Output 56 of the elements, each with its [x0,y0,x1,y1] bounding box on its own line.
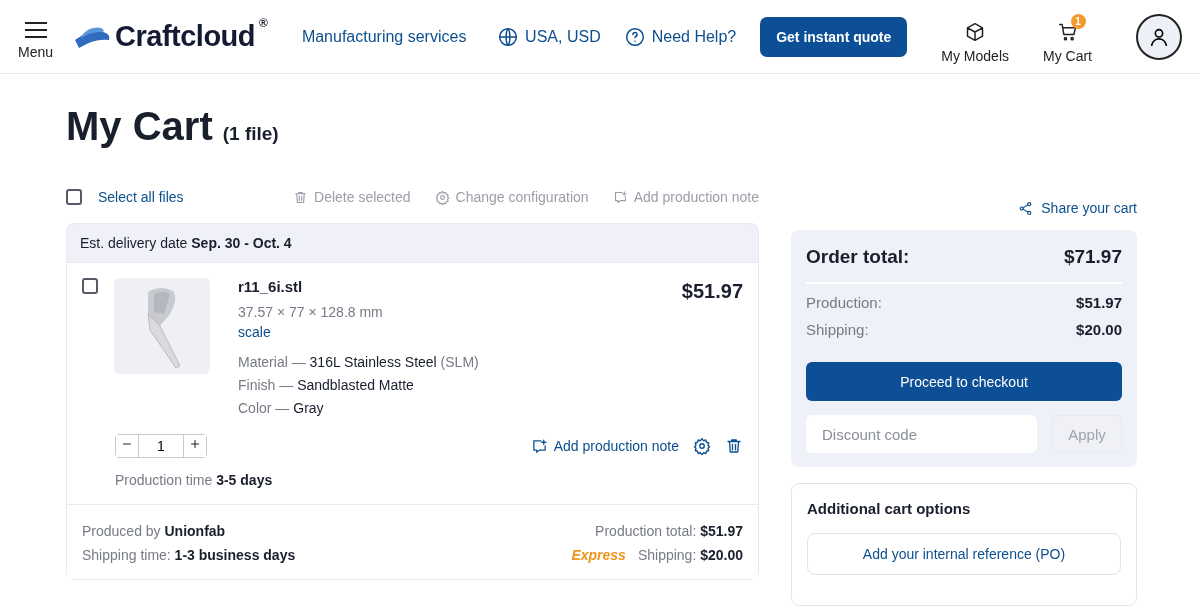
checkout-button[interactable]: Proceed to checkout [806,362,1122,401]
scale-link[interactable]: scale [238,324,271,340]
spec-line: Finish — Sandblasted Matte [238,377,415,393]
add-note-link[interactable]: Add production note [530,437,679,455]
help-link[interactable]: Need Help? [618,25,743,48]
cart-button[interactable]: My Cart 1 [1039,13,1096,64]
share-link[interactable]: Share your cart [1018,200,1137,216]
cart-icon [1057,21,1078,42]
file-count: (1 file) [222,123,279,145]
item-price: $51.97 [681,280,743,304]
quantity-stepper[interactable]: 1 [115,434,207,458]
options-title: Additional cart options [807,500,972,517]
file-name: r11_6i.stl [238,278,304,295]
discount-field[interactable]: Discount code [806,415,1037,453]
summary-label: Shipping: [806,321,869,338]
cart-count-badge: 1 [1070,13,1086,29]
summary-value: $51.97 [1076,294,1122,311]
account-button[interactable] [1136,13,1182,60]
nav-link[interactable]: Manufacturing services [301,27,467,46]
delivery-date: Est. delivery date Sep. 30 - Oct. 4 [79,234,293,253]
shipping-cost: Shipping: $20.00 [637,547,743,563]
page-title: My Cart [66,104,213,149]
menu-button[interactable]: Menu [18,21,54,60]
trash-icon [293,189,309,205]
note-icon [612,189,628,205]
production-total: Production total: $51.97 [594,522,743,541]
settings-icon[interactable] [693,437,711,455]
po-reference-button[interactable]: Add your internal reference (PO) [807,533,1121,575]
menu-icon [24,21,47,38]
share-icon [1018,200,1034,216]
registered-mark: ® [259,16,268,30]
models-button[interactable]: My Models [937,13,1013,64]
help-icon [624,26,645,47]
cloud-logo-icon [73,25,112,48]
cube-icon [965,21,986,42]
shipping-time: Shipping time: 1-3 business days [82,546,296,565]
spec-line: Color — Gray [238,400,325,416]
trash-icon[interactable] [725,437,743,455]
spec-line: Material — 316L Stainless Steel (SLM) [238,354,480,370]
shipping-method: Express [571,547,626,563]
dimensions: 37.57 × 77 × 128.8 mm [238,304,384,320]
settings-icon [434,189,450,205]
region-selector[interactable]: USA, USD [492,25,607,48]
total-label: Order total: [806,246,910,268]
quote-button[interactable]: Get instant quote [760,16,908,57]
note-icon [530,437,548,455]
brand-name[interactable]: Craftcloud [115,20,256,53]
production-time: Production time 3-5 days [114,471,274,490]
select-all-checkbox[interactable] [66,189,82,205]
total-value: $71.97 [1063,246,1122,268]
select-all-link[interactable]: Select all files [98,189,184,205]
summary-label: Production: [806,294,882,311]
globe-icon [498,26,519,47]
item-checkbox[interactable] [82,278,98,294]
producer: Produced by Unionfab [82,522,227,541]
summary-value: $20.00 [1076,321,1122,338]
